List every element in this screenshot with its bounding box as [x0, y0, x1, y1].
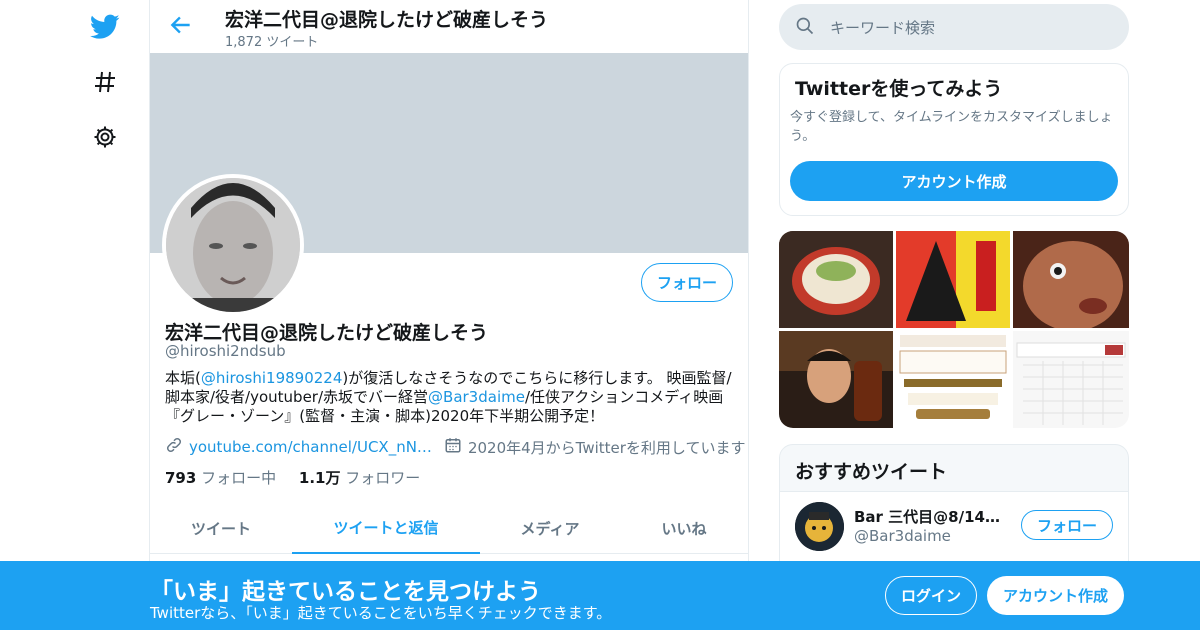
media-thumbnail[interactable]	[779, 331, 893, 428]
signup-bottom-bar: 「いま」起きていることを見つけよう Twitterなら、「いま」起きていることを…	[0, 561, 1200, 630]
profile-column: 宏洋二代目@退院したけど破産しそう 1,872 ツイート フォロー 宏洋二代目@…	[149, 0, 749, 630]
recommended-user-name[interactable]: Bar 三代目@8/14ビ…	[854, 506, 1004, 527]
tab-media[interactable]: メディア	[480, 502, 620, 554]
login-button[interactable]: ログイン	[885, 576, 977, 615]
following-count: 793	[165, 469, 197, 487]
recommended-user-avatar[interactable]	[795, 502, 844, 551]
signup-button[interactable]: アカウント作成	[987, 576, 1124, 615]
media-thumbnail[interactable]	[779, 231, 893, 328]
media-thumbnail[interactable]	[896, 331, 1010, 428]
hashtag-icon[interactable]	[88, 65, 122, 99]
following-label: フォロー中	[201, 469, 277, 487]
follow-stats: 793 フォロー中 1.1万 フォロワー	[165, 467, 420, 488]
followers-label: フォロワー	[345, 469, 421, 487]
calendar-icon	[444, 436, 462, 458]
recommended-tweets-card: おすすめツイート Bar 三代目@8/14ビ… @Bar3daime フォロー	[779, 444, 1129, 574]
bio-text: 本垢(	[165, 369, 201, 387]
profile-header-bar: 宏洋二代目@退院したけど破産しそう 1,872 ツイート	[150, 0, 748, 53]
twitter-bird-icon[interactable]	[88, 10, 122, 44]
profile-tabs: ツイート ツイートと返信 メディア いいね	[150, 502, 748, 554]
bottom-bar-title: 「いま」起きていることを見つけよう	[150, 579, 541, 605]
tab-likes[interactable]: いいね	[620, 502, 748, 554]
following-link[interactable]: 793 フォロー中	[165, 469, 276, 487]
signup-card: Twitterを使ってみよう 今すぐ登録して、タイムラインをカスタマイズしましょ…	[779, 63, 1129, 216]
profile-handle: @hiroshi2ndsub	[165, 342, 286, 360]
profile-avatar[interactable]	[162, 174, 304, 316]
header-title: 宏洋二代目@退院したけど破産しそう	[225, 9, 549, 31]
recommended-user-handle: @Bar3daime	[854, 527, 951, 545]
left-nav	[0, 0, 150, 630]
create-account-button[interactable]: アカウント作成	[790, 161, 1118, 201]
join-date: 2020年4月からTwitterを利用しています	[467, 438, 746, 457]
recommended-follow-button[interactable]: フォロー	[1021, 510, 1113, 540]
profile-meta: youtube.com/channel/UCX_nN… 2020年4月からTwi…	[165, 436, 745, 458]
media-thumbnail[interactable]	[1013, 331, 1129, 428]
profile-name: 宏洋二代目@退院したけど破産しそう	[165, 322, 489, 344]
bio-mention-link[interactable]: @hiroshi19890224	[201, 369, 343, 387]
media-thumbnail[interactable]	[1013, 231, 1129, 331]
search-icon	[795, 16, 815, 40]
tab-tweets-and-replies[interactable]: ツイートと返信	[292, 502, 480, 554]
profile-website-link[interactable]: youtube.com/channel/UCX_nN…	[189, 438, 432, 456]
followers-link[interactable]: 1.1万 フォロワー	[299, 469, 420, 487]
recommended-title: おすすめツイート	[795, 461, 948, 483]
profile-bio: 本垢(@hiroshi19890224)が復活しなさそうなのでこちらに移行します…	[165, 369, 735, 426]
link-icon	[165, 436, 183, 458]
bio-mention-link[interactable]: @Bar3daime	[428, 388, 525, 406]
search-input[interactable]: キーワード検索	[779, 4, 1129, 50]
media-grid	[779, 231, 1129, 428]
settings-gear-icon[interactable]	[88, 120, 122, 154]
tweet-count: 1,872 ツイート	[225, 35, 319, 50]
media-thumbnail[interactable]	[896, 231, 1010, 328]
bottom-bar-subtitle: Twitterなら、「いま」起きていることをいち早くチェックできます。	[150, 604, 612, 622]
signup-card-text: 今すぐ登録して、タイムラインをカスタマイズしましょう。	[790, 110, 1113, 144]
tab-tweets[interactable]: ツイート	[150, 502, 292, 554]
search-placeholder: キーワード検索	[830, 19, 936, 37]
signup-card-title: Twitterを使ってみよう	[795, 78, 1003, 100]
followers-count: 1.1万	[298, 469, 341, 487]
follow-button[interactable]: フォロー	[641, 263, 733, 302]
back-arrow-icon[interactable]	[168, 12, 194, 38]
